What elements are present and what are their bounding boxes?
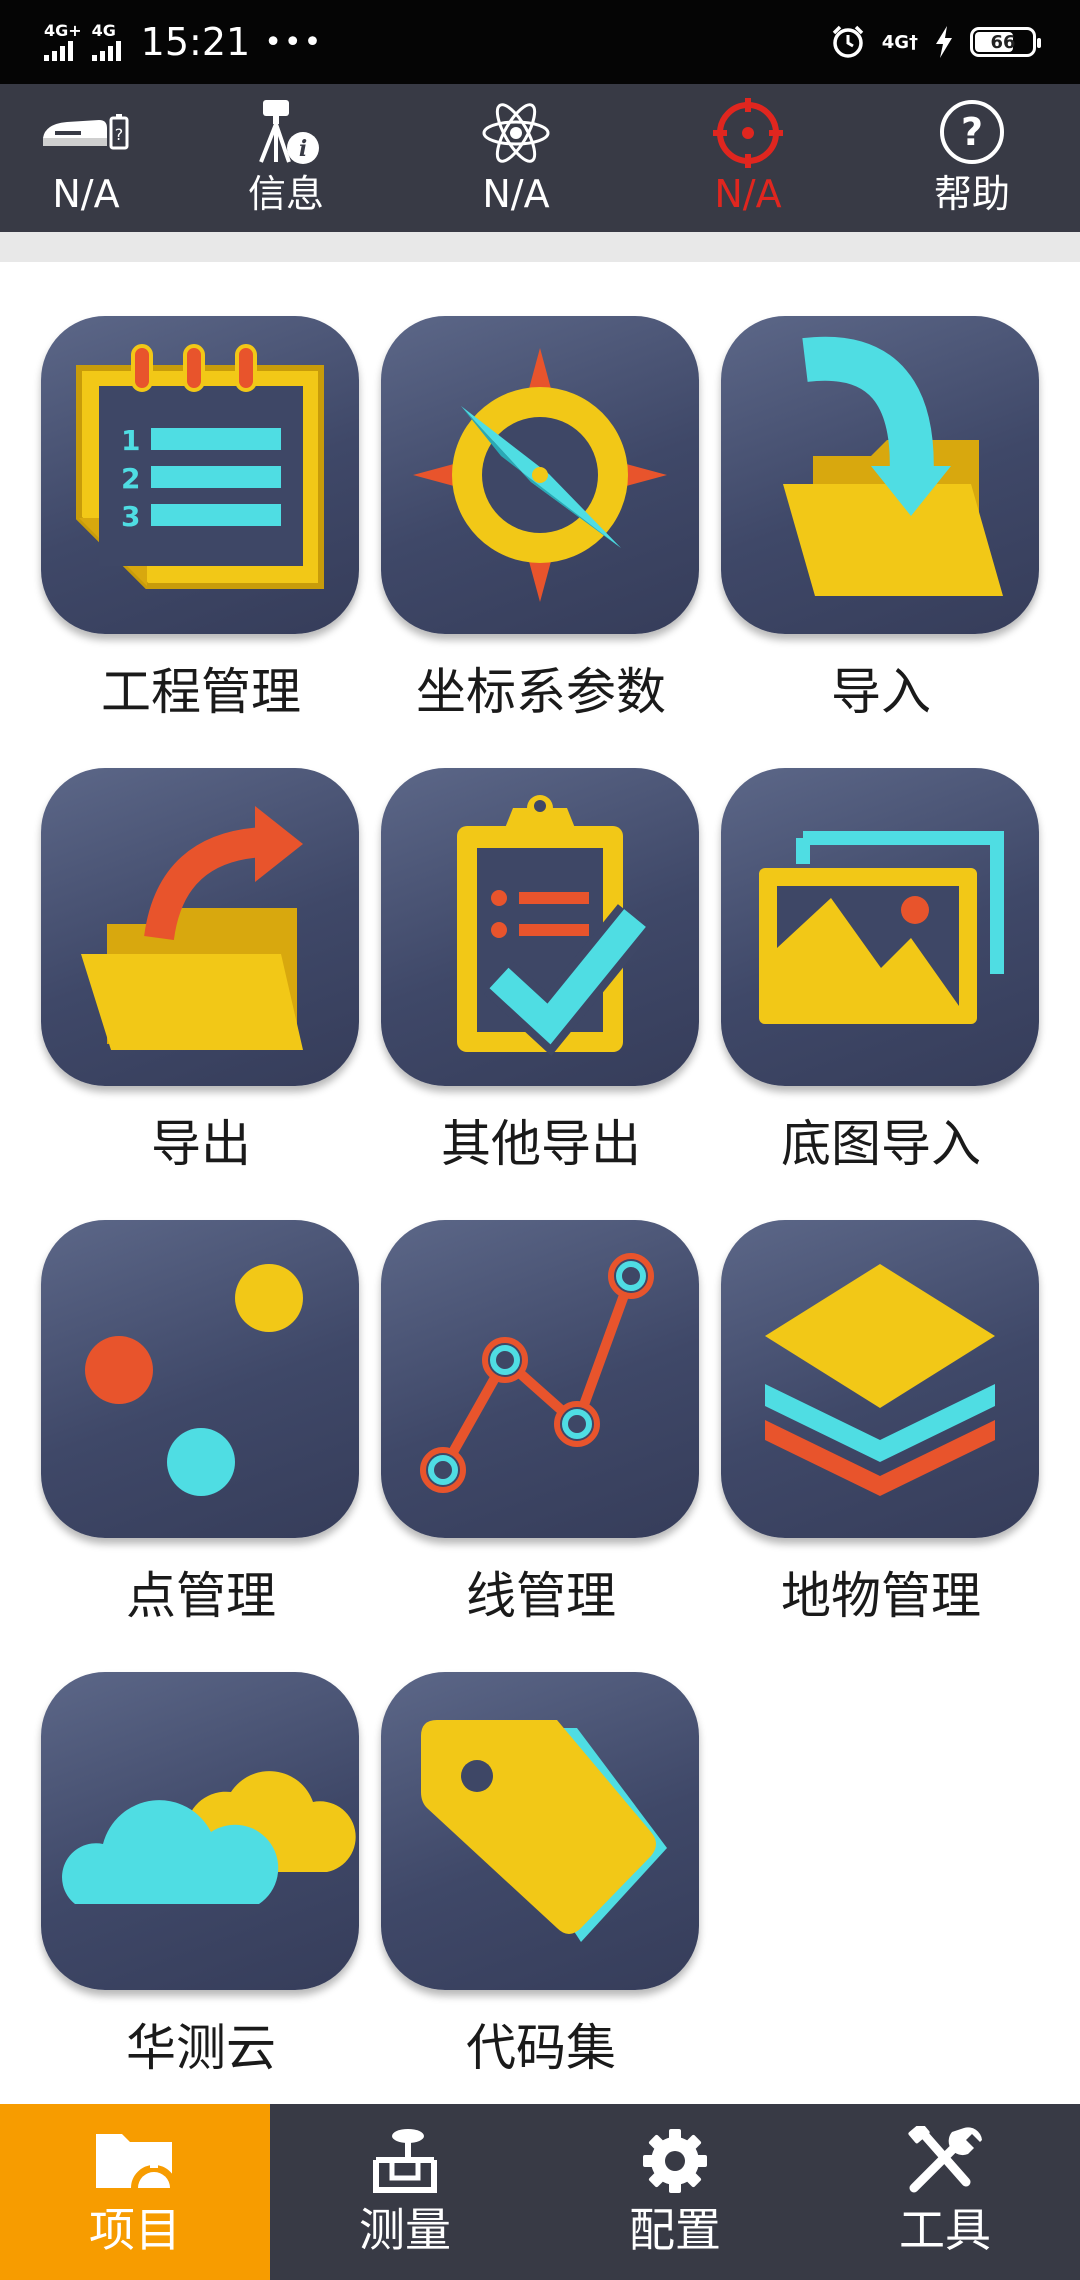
tile-label: 导出	[151, 1115, 251, 1173]
tile-point-management[interactable]: 点管理	[41, 1220, 361, 1626]
clock: 15:21	[140, 20, 251, 64]
tile-basemap-import[interactable]: 底图导入	[721, 768, 1041, 1174]
toolbar-label: N/A	[52, 172, 120, 216]
tile-huace-cloud[interactable]: 华测云	[41, 1672, 361, 2078]
toolbar-label: 信息	[247, 172, 324, 216]
tile-label: 点管理	[126, 1567, 276, 1625]
nav-survey[interactable]: 测量	[270, 2104, 540, 2280]
signal-sim1-icon: 4G+	[44, 23, 82, 61]
layers-icon	[765, 1264, 995, 1496]
signal-sim2-icon: 4G	[91, 21, 121, 61]
svg-text:3: 3	[121, 500, 140, 533]
toolbar-label: N/A	[714, 172, 782, 216]
rover-info-icon: i	[259, 100, 319, 164]
alarm-icon	[832, 25, 863, 58]
tile-label: 底图导入	[781, 1115, 981, 1173]
basemap-image-icon	[759, 831, 1004, 1024]
project-notebook-icon: 1 2 3	[76, 344, 324, 589]
divider	[0, 232, 1080, 262]
nav-label: 项目	[89, 2203, 181, 2257]
tile-import[interactable]: 导入	[721, 316, 1041, 722]
clipboard-check-icon	[457, 795, 653, 1057]
tile-coordinate-system[interactable]: 坐标系参数	[381, 316, 701, 722]
cloud-icon	[62, 1771, 356, 1904]
tile-code-set[interactable]: 代码集	[381, 1672, 701, 2078]
network-type-sim2: 4G	[91, 21, 116, 40]
tools-icon	[908, 2126, 982, 2193]
points-icon	[85, 1264, 303, 1496]
export-folder-icon	[81, 806, 303, 1050]
gear-icon	[643, 2129, 707, 2193]
tile-label: 其他导出	[441, 1115, 641, 1173]
compass-icon	[413, 348, 667, 602]
tile-export[interactable]: 导出	[41, 768, 361, 1174]
status-bar: 4G+ 4G 15:21 ••• 4G† 66	[0, 0, 1080, 84]
tile-line-management[interactable]: 线管理	[381, 1220, 701, 1626]
tile-label: 工程管理	[101, 663, 301, 721]
tile-label: 地物管理	[781, 1567, 981, 1625]
nav-tools[interactable]: 工具	[810, 2104, 1080, 2280]
toolbar-position[interactable]: N/A	[668, 84, 828, 232]
tile-other-export[interactable]: 其他导出	[381, 768, 701, 1174]
bottom-nav: 项目 测量 配置 工具	[0, 2104, 1080, 2280]
tile-label: 代码集	[466, 2019, 616, 2077]
svg-text:?: ?	[961, 110, 983, 154]
charging-icon	[936, 26, 952, 58]
toolbar-label: 帮助	[933, 172, 1010, 216]
tile-label: 华测云	[126, 2019, 276, 2077]
more-notifications-icon: •••	[264, 24, 324, 60]
svg-text:1: 1	[121, 424, 140, 457]
network-type-right: 4G†	[881, 31, 918, 53]
top-toolbar: ? N/A i 信息 N/A N/A ? 帮助	[0, 84, 1080, 232]
battery-icon: 66	[970, 27, 1041, 57]
toolbar-satellites[interactable]: N/A	[436, 84, 596, 232]
help-icon: ?	[940, 100, 1004, 164]
tile-feature-management[interactable]: 地物管理	[721, 1220, 1041, 1626]
network-type-sim1: 4G+	[44, 21, 82, 40]
toolbar-info[interactable]: i 信息	[206, 84, 366, 232]
receiver-battery-icon: ?	[43, 114, 129, 150]
toolbar-label: N/A	[482, 172, 550, 216]
tile-label: 导入	[831, 663, 931, 721]
polyline-icon	[420, 1253, 654, 1493]
tile-project-management[interactable]: 1 2 3 工程管理	[41, 316, 361, 722]
nav-label: 工具	[899, 2203, 991, 2257]
svg-text:?: ?	[115, 125, 124, 144]
toolbar-help[interactable]: ? 帮助	[892, 84, 1052, 232]
survey-icon	[373, 2129, 437, 2193]
satellite-atom-icon	[482, 103, 550, 163]
project-folder-icon	[96, 2134, 178, 2189]
toolbar-receiver-status[interactable]: ? N/A	[6, 84, 166, 232]
svg-text:i: i	[299, 136, 307, 162]
nav-project[interactable]: 项目	[0, 2104, 270, 2280]
tag-icon	[421, 1720, 667, 1942]
svg-text:2: 2	[121, 462, 140, 495]
tile-label: 线管理	[466, 1567, 616, 1625]
tile-label: 坐标系参数	[416, 663, 666, 721]
function-grid: 1 2 3 工程管理 坐标系参数 导入 导出 其他导出 底图导入 点管理 线管理 地…	[0, 262, 1080, 2104]
crosshair-target-icon	[713, 98, 783, 168]
import-folder-icon	[783, 336, 1003, 596]
nav-label: 配置	[629, 2203, 721, 2257]
battery-level: 66	[990, 31, 1016, 53]
nav-config[interactable]: 配置	[540, 2104, 810, 2280]
nav-label: 测量	[359, 2203, 451, 2257]
